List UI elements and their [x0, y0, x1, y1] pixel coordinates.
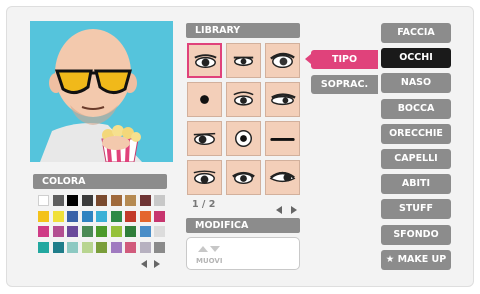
- category-button[interactable]: OCCHI: [381, 48, 451, 69]
- color-swatch[interactable]: [125, 241, 136, 253]
- color-swatch[interactable]: [67, 226, 78, 237]
- color-swatch[interactable]: [38, 241, 49, 253]
- eye-icon: [193, 170, 216, 185]
- colora-header: COLORA: [33, 174, 167, 189]
- color-swatch[interactable]: [96, 195, 107, 206]
- category-button[interactable]: FACCIA: [381, 23, 451, 43]
- eye-icon: [193, 132, 216, 146]
- color-swatch[interactable]: [154, 195, 165, 206]
- category-button[interactable]: ABITI: [381, 174, 451, 195]
- eye-icon: [233, 91, 254, 106]
- eye-option[interactable]: [187, 160, 222, 195]
- color-swatch[interactable]: [38, 226, 49, 237]
- category-button[interactable]: NASO: [381, 73, 451, 94]
- color-swatch[interactable]: [67, 210, 78, 222]
- eye-option[interactable]: [187, 121, 222, 156]
- library-page-indicator: 1 / 2: [192, 199, 216, 210]
- library-pager: [276, 199, 301, 218]
- color-swatch[interactable]: [139, 195, 151, 206]
- eye-option[interactable]: [187, 82, 222, 117]
- color-swatch[interactable]: [52, 226, 64, 237]
- eye-option[interactable]: [226, 121, 261, 156]
- subtab-tipo[interactable]: TIPO: [311, 50, 378, 69]
- palette-prev-icon[interactable]: [141, 260, 147, 268]
- color-swatch[interactable]: [125, 210, 136, 222]
- color-swatch[interactable]: [110, 195, 122, 206]
- modifica-header: MODIFICA: [186, 218, 300, 233]
- eye-option[interactable]: [265, 82, 300, 117]
- eye-icon: [271, 93, 296, 106]
- color-swatch[interactable]: [81, 241, 93, 253]
- library-prev-icon[interactable]: [276, 206, 282, 214]
- modifica-box: MUOVI: [186, 237, 300, 270]
- palette-next-icon[interactable]: [153, 260, 160, 268]
- color-swatch[interactable]: [96, 210, 107, 222]
- color-swatch[interactable]: [110, 241, 122, 253]
- color-swatch[interactable]: [154, 210, 165, 222]
- color-swatch[interactable]: [110, 210, 122, 222]
- eye-icon: [235, 130, 252, 147]
- category-button[interactable]: SFONDO: [381, 224, 451, 245]
- color-swatch[interactable]: [96, 226, 107, 237]
- color-swatch[interactable]: [154, 226, 165, 237]
- category-button[interactable]: ★ MAKE UP: [381, 249, 451, 270]
- subtab-sopracciglia[interactable]: SOPRAC.: [311, 75, 378, 94]
- color-swatch[interactable]: [67, 195, 78, 206]
- category-button[interactable]: STUFF: [381, 199, 451, 220]
- color-swatch[interactable]: [67, 241, 78, 253]
- color-swatch[interactable]: [81, 226, 93, 237]
- eye-icon: [270, 138, 295, 141]
- color-swatch[interactable]: [38, 195, 49, 206]
- color-swatch[interactable]: [125, 226, 136, 237]
- category-button[interactable]: ORECCHIE: [381, 123, 451, 144]
- eye-icon: [194, 54, 217, 69]
- color-swatch[interactable]: [81, 195, 93, 206]
- eye-option[interactable]: [265, 160, 300, 195]
- eye-option[interactable]: [226, 82, 261, 117]
- color-swatch[interactable]: [38, 210, 49, 222]
- eye-icon: [232, 171, 255, 185]
- eye-icon: [269, 171, 296, 183]
- color-swatch[interactable]: [139, 210, 151, 222]
- color-swatch[interactable]: [52, 210, 64, 222]
- eye-option[interactable]: [187, 43, 222, 78]
- eye-icon: [200, 95, 209, 104]
- color-swatch[interactable]: [110, 226, 122, 237]
- category-button[interactable]: CAPELLI: [381, 149, 451, 169]
- eye-option[interactable]: [226, 160, 261, 195]
- color-swatch[interactable]: [81, 210, 93, 222]
- avatar-illustration: [40, 29, 142, 162]
- color-swatch[interactable]: [139, 241, 151, 253]
- palette-pager: [141, 260, 164, 271]
- eye-icon: [270, 52, 295, 69]
- color-swatch[interactable]: [139, 226, 151, 237]
- eye-library-grid: [187, 43, 302, 199]
- eye-option[interactable]: [226, 43, 261, 78]
- eye-option[interactable]: [265, 121, 300, 156]
- category-button[interactable]: BOCCA: [381, 98, 451, 119]
- library-header: LIBRARY: [186, 23, 300, 38]
- library-next-icon[interactable]: [291, 206, 298, 214]
- eye-option[interactable]: [265, 43, 300, 78]
- color-swatch[interactable]: [96, 241, 107, 253]
- eye-icon: [233, 56, 254, 67]
- color-swatch[interactable]: [154, 241, 165, 253]
- avatar-preview: [30, 21, 173, 162]
- move-arrows-icon[interactable]: [196, 244, 222, 256]
- color-swatch[interactable]: [52, 241, 64, 253]
- color-swatch[interactable]: [52, 195, 64, 206]
- color-swatch[interactable]: [125, 195, 136, 206]
- move-label: MUOVI: [196, 257, 223, 265]
